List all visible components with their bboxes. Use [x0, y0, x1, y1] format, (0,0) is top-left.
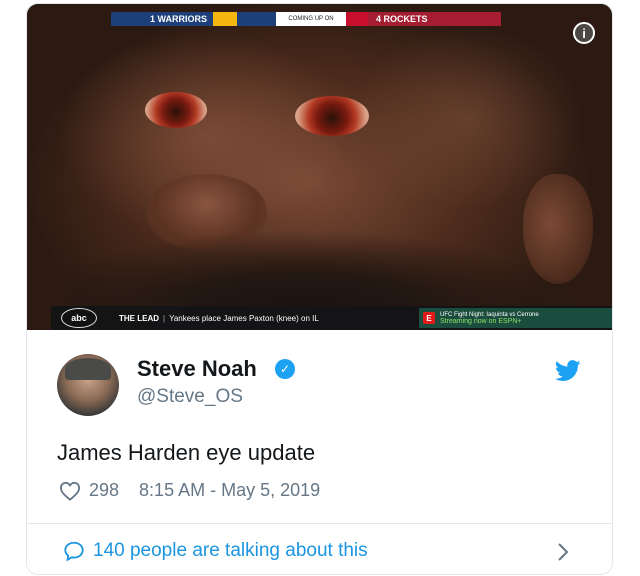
conversation-label: 140 people are talking about this — [93, 540, 368, 561]
tweet-meta: 298 8:15 AM - May 5, 2019 — [59, 480, 320, 501]
conversation-link[interactable]: 140 people are talking about this — [63, 540, 368, 562]
like-count[interactable]: 298 — [89, 480, 119, 501]
away-team-label: 4 ROCKETS — [376, 14, 428, 24]
author-handle[interactable]: @Steve_OS — [137, 386, 243, 408]
tweet-timestamp[interactable]: 8:15 AM - May 5, 2019 — [139, 480, 320, 501]
scoreboard-bar: 1 WARRIORS COMING UP ON 4 ROCKETS — [111, 12, 501, 26]
verified-icon: ✓ — [275, 359, 295, 379]
info-icon[interactable]: i — [573, 22, 595, 44]
rockets-logo-icon — [346, 12, 368, 26]
ticker-headline: Yankees place James Paxton (knee) on IL — [169, 313, 319, 323]
avatar[interactable] — [57, 354, 119, 416]
news-ticker: abc THE LEAD | Yankees place James Paxto… — [51, 306, 612, 330]
chevron-right-icon[interactable] — [555, 541, 571, 563]
tweet-text: James Harden eye update — [57, 440, 316, 465]
promo-subtitle: Streaming now on ESPN+ — [440, 317, 522, 325]
tweet-media-image[interactable]: 1 WARRIORS COMING UP ON 4 ROCKETS i abc … — [27, 4, 612, 330]
heart-icon[interactable] — [59, 481, 81, 501]
coming-up-badge: COMING UP ON — [276, 12, 346, 26]
right-eye-bloodshot — [295, 96, 369, 136]
home-team-score: 1 WARRIORS — [111, 12, 276, 26]
away-team-score: 4 ROCKETS — [346, 12, 501, 26]
divider — [27, 523, 612, 524]
avatar-cap — [65, 358, 111, 380]
left-eye — [145, 92, 207, 128]
espn-e-logo-icon: E — [423, 312, 435, 324]
abc-logo-icon: abc — [61, 308, 97, 328]
twitter-bird-icon[interactable] — [555, 360, 581, 382]
ticker-separator: | — [163, 313, 166, 323]
home-team-label: 1 WARRIORS — [149, 14, 207, 24]
tweet-embed-card: 1 WARRIORS COMING UP ON 4 ROCKETS i abc … — [26, 3, 613, 575]
author-name[interactable]: Steve Noah — [137, 356, 257, 382]
warriors-logo-icon — [213, 12, 237, 26]
ufc-promo: E UFC Fight Night: Iaquinta vs Cerrone S… — [419, 308, 612, 328]
ticker-label: THE LEAD — [119, 313, 159, 323]
speech-bubble-icon — [64, 541, 84, 562]
